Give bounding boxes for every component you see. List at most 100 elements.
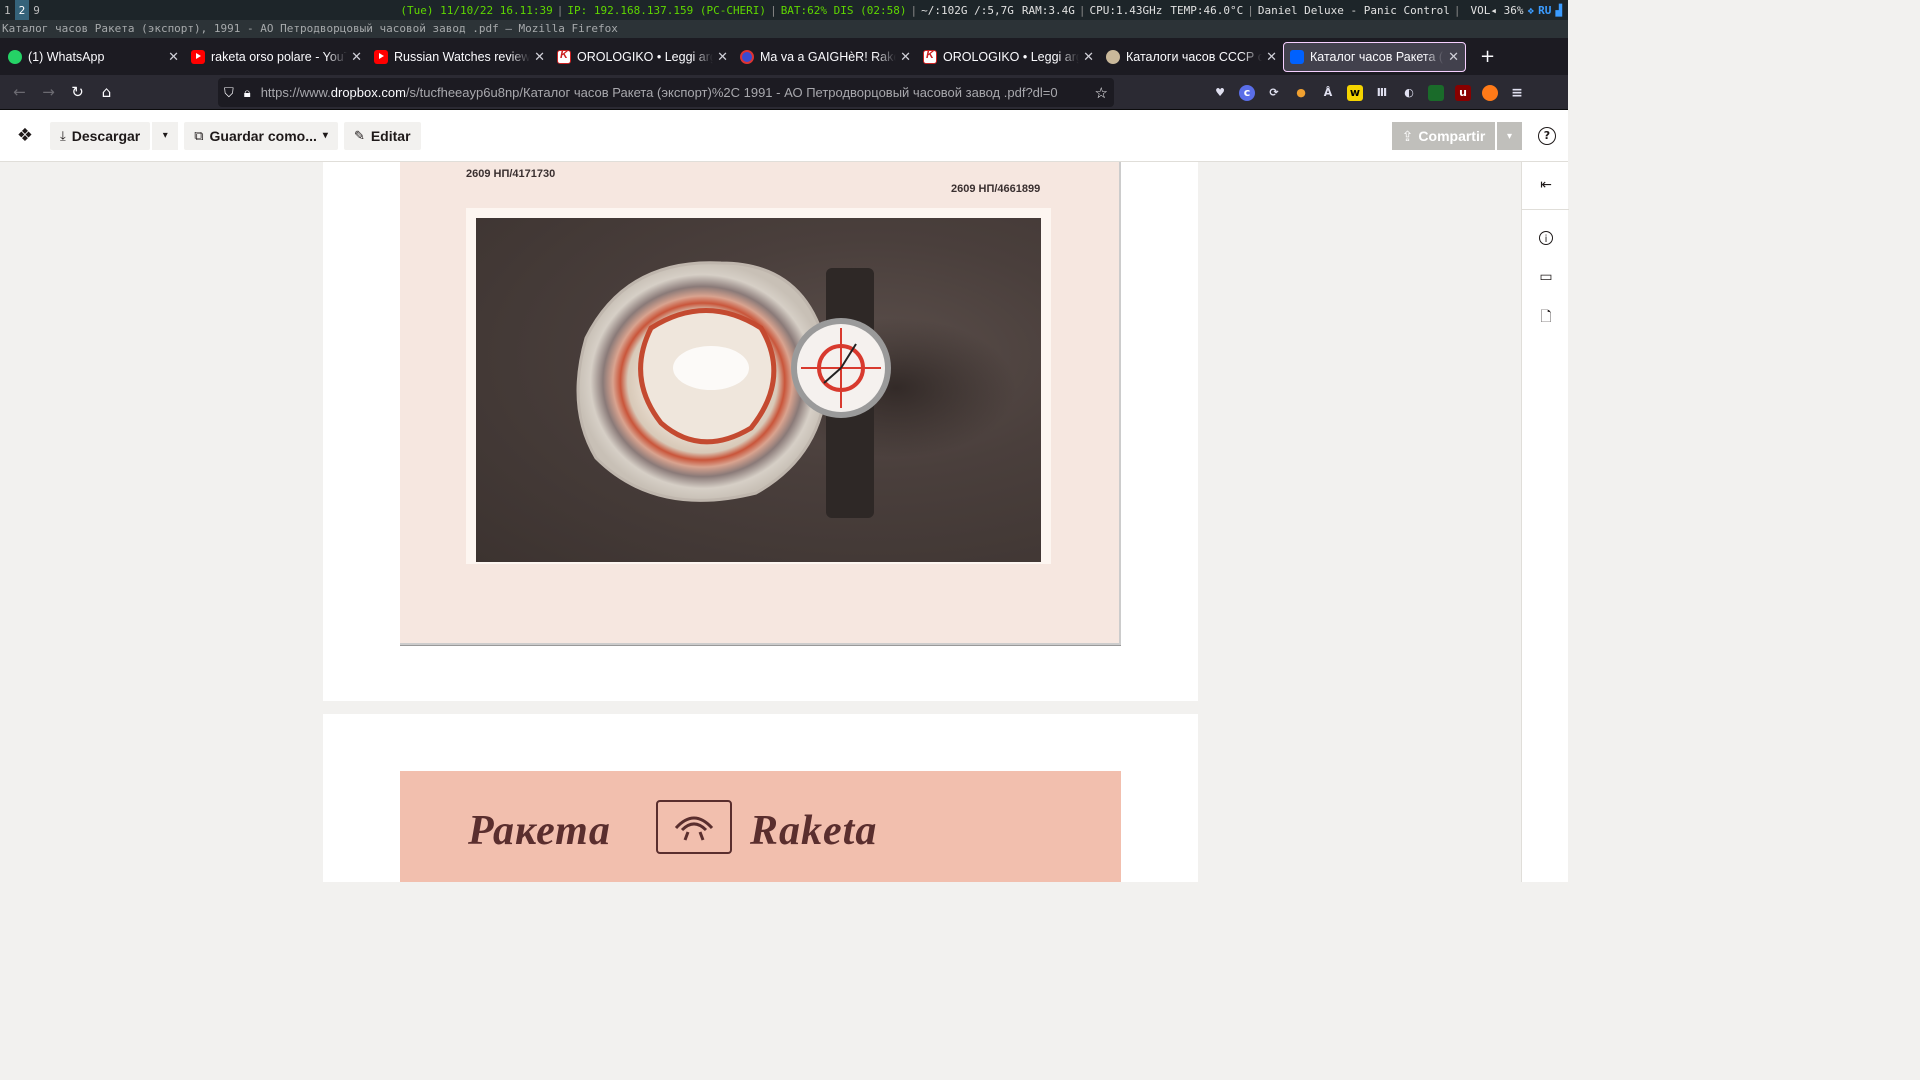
forward-button[interactable]: →: [34, 78, 63, 107]
chevron-down-icon: ▾: [322, 130, 328, 141]
tab-title: Ma va a GAIGHèR! Raketa: [760, 49, 897, 64]
dropbox-toolbar: ❖ ⤓ Descargar ▾ ⧉ Guardar como... ▾ ✎ Editar…: [0, 110, 1568, 162]
signal-icon[interactable]: ▟: [1555, 4, 1562, 17]
tab-youtube-russian-watches[interactable]: Russian Watches reviews ✕: [368, 42, 551, 72]
status-disk: ~/:102G /:5,7G: [921, 3, 1014, 17]
status-music: Daniel Deluxe - Panic Control: [1257, 3, 1450, 17]
tab-strip: (1) WhatsApp ✕ raketa orso polare - YouT…: [0, 38, 1568, 75]
back-button[interactable]: ←: [5, 78, 34, 107]
menu-icon[interactable]: ≡: [1509, 85, 1525, 101]
tab-title: Каталоги часов СССР с 1: [1126, 49, 1263, 64]
dropbox-logo-icon[interactable]: ❖: [0, 125, 50, 146]
tab-gaigher[interactable]: Ma va a GAIGHèR! Raketa ✕: [734, 42, 917, 72]
collapse-sidebar-icon[interactable]: ⇤: [1537, 176, 1555, 194]
right-sidebar-rail: ⇤ i ▭ 🗋︎: [1521, 162, 1569, 882]
extension-toolbar: ♥ c ⟳ ● Å w Ⅲ ◐ u ≡: [1212, 75, 1525, 110]
dropbox-icon: [1290, 49, 1304, 64]
home-button[interactable]: ⌂: [92, 78, 121, 107]
status-volume[interactable]: VOL◂ 36%: [1471, 4, 1524, 17]
workspace-9[interactable]: 9: [29, 0, 44, 20]
new-tab-button[interactable]: +: [1480, 46, 1495, 67]
download-icon: ⤓: [60, 127, 66, 143]
url-text[interactable]: https://www.dropbox.com/s/tucfheeayp6u8n…: [261, 85, 1095, 100]
tab-orologiko-1[interactable]: OROLOGIKO • Leggi argomento ✕: [551, 42, 734, 72]
tracking-shield-icon[interactable]: ⛉: [224, 85, 234, 101]
tab-title: OROLOGIKO • Leggi argomento: [577, 49, 713, 64]
status-temp: TEMP:46.0°C: [1170, 3, 1244, 17]
extension-bars-icon[interactable]: Ⅲ: [1374, 85, 1390, 101]
close-tab-icon[interactable]: ✕: [168, 49, 179, 65]
translate-icon[interactable]: Å: [1320, 85, 1336, 101]
brand-cyrillic: Ракета: [468, 808, 611, 854]
youtube-icon: [374, 49, 388, 64]
system-status-bar: 1 2 9 (Tue) 11/10/22 16.11:39 | IP: 192.…: [0, 0, 1568, 20]
lock-icon[interactable]: 🔒︎: [244, 85, 251, 101]
orologiko-icon: [923, 49, 937, 64]
reload-button[interactable]: ↻: [63, 78, 92, 107]
edit-button[interactable]: ✎ Editar: [343, 121, 421, 150]
info-icon[interactable]: i: [1539, 231, 1553, 245]
keyboard-layout-indicator[interactable]: RU: [1538, 4, 1551, 17]
extension-c-icon[interactable]: c: [1239, 84, 1255, 101]
file-activity-icon[interactable]: 🗋︎: [1537, 308, 1555, 326]
tab-orologiko-2[interactable]: OROLOGIKO • Leggi argomento ✕: [917, 42, 1100, 72]
save-as-button[interactable]: ⧉ Guardar como... ▾: [184, 121, 338, 150]
pocket-icon[interactable]: ♥: [1212, 85, 1228, 101]
tab-whatsapp[interactable]: (1) WhatsApp ✕: [2, 42, 185, 72]
close-tab-icon[interactable]: ✕: [534, 49, 545, 65]
agate-and-watch-photo: [476, 218, 1041, 562]
catalog-cover-scan: Ракета Raketa: [400, 771, 1121, 882]
url-bar[interactable]: ⛉ 🔒︎ https://www.dropbox.com/s/tucfheeay…: [218, 78, 1114, 107]
close-tab-icon[interactable]: ✕: [351, 49, 362, 65]
share-options-button[interactable]: ▾: [1497, 122, 1522, 150]
tab-youtube-raketa[interactable]: raketa orso polare - YouTube ✕: [185, 42, 368, 72]
copy-icon: ⧉: [194, 127, 204, 143]
help-icon[interactable]: ?: [1538, 127, 1556, 145]
maragon-icon: [740, 49, 754, 64]
share-icon: ⇪: [1401, 127, 1414, 144]
extension-dark-icon[interactable]: ◐: [1401, 85, 1417, 101]
tab-title: (1) WhatsApp: [28, 49, 105, 64]
download-options-button[interactable]: ▾: [152, 121, 179, 150]
share-button[interactable]: ⇪ Compartir: [1392, 122, 1495, 150]
download-button[interactable]: ⤓ Descargar: [50, 121, 151, 150]
pdf-page: Ракета Raketa: [323, 714, 1198, 882]
youtube-icon: [191, 49, 205, 64]
navigation-bar: ← → ↻ ⌂ ⛉ 🔒︎ https://www.dropbox.com/s/t…: [0, 75, 1568, 110]
raketa-logo-icon: [656, 800, 732, 854]
model-number-right: 2609 НП/4661899: [951, 183, 1041, 195]
close-tab-icon[interactable]: ✕: [1083, 49, 1094, 65]
status-datetime: (Tue) 11/10/22 16.11:39: [400, 3, 553, 17]
tab-title: Russian Watches reviews: [394, 49, 531, 64]
close-tab-icon[interactable]: ✕: [717, 49, 728, 65]
brand-latin: Raketa: [750, 808, 878, 854]
raketa-logo-mark: [674, 816, 714, 841]
tab-title: raketa orso polare - YouTube: [211, 49, 347, 64]
ublock-icon[interactable]: u: [1455, 84, 1471, 101]
status-ip: IP: 192.168.137.159 (PC-CHERI): [567, 3, 767, 17]
tab-catalog-ussr[interactable]: Каталоги часов СССР с 1 ✕: [1100, 42, 1283, 72]
extension-fox-icon[interactable]: [1482, 84, 1498, 101]
whatsapp-icon: [8, 49, 22, 64]
pencil-icon: ✎: [353, 127, 365, 143]
status-ram: RAM:3.4G: [1021, 3, 1075, 17]
dropbox-tray-icon[interactable]: ❖: [1528, 4, 1535, 17]
extension-green-icon[interactable]: [1428, 84, 1444, 101]
tab-title: Каталог часов Ракета (экспорт): [1310, 49, 1444, 64]
workspace-1[interactable]: 1: [0, 0, 15, 20]
pdf-viewer[interactable]: 2609 НП/4171730 2609 НП/4661899 Ракета R…: [0, 162, 1521, 882]
comment-icon[interactable]: ▭: [1537, 268, 1555, 286]
pdf-page: 2609 НП/4171730 2609 НП/4661899: [323, 162, 1198, 701]
workspace-2[interactable]: 2: [14, 0, 30, 20]
status-battery: BAT:62% DIS (02:58): [780, 3, 907, 17]
extension-flame-icon[interactable]: ●: [1293, 85, 1309, 101]
close-tab-icon[interactable]: ✕: [1448, 49, 1459, 65]
close-tab-icon[interactable]: ✕: [900, 49, 911, 65]
model-number-left: 2609 НП/4171730: [466, 168, 556, 180]
tab-dropbox-catalog[interactable]: Каталог часов Ракета (экспорт) ✕: [1283, 41, 1466, 72]
close-tab-icon[interactable]: ✕: [1266, 49, 1277, 65]
extension-w-icon[interactable]: w: [1347, 84, 1363, 101]
bookmark-star-icon[interactable]: ☆: [1095, 84, 1108, 102]
catalog-icon: [1106, 49, 1120, 64]
sync-icon[interactable]: ⟳: [1266, 85, 1282, 101]
